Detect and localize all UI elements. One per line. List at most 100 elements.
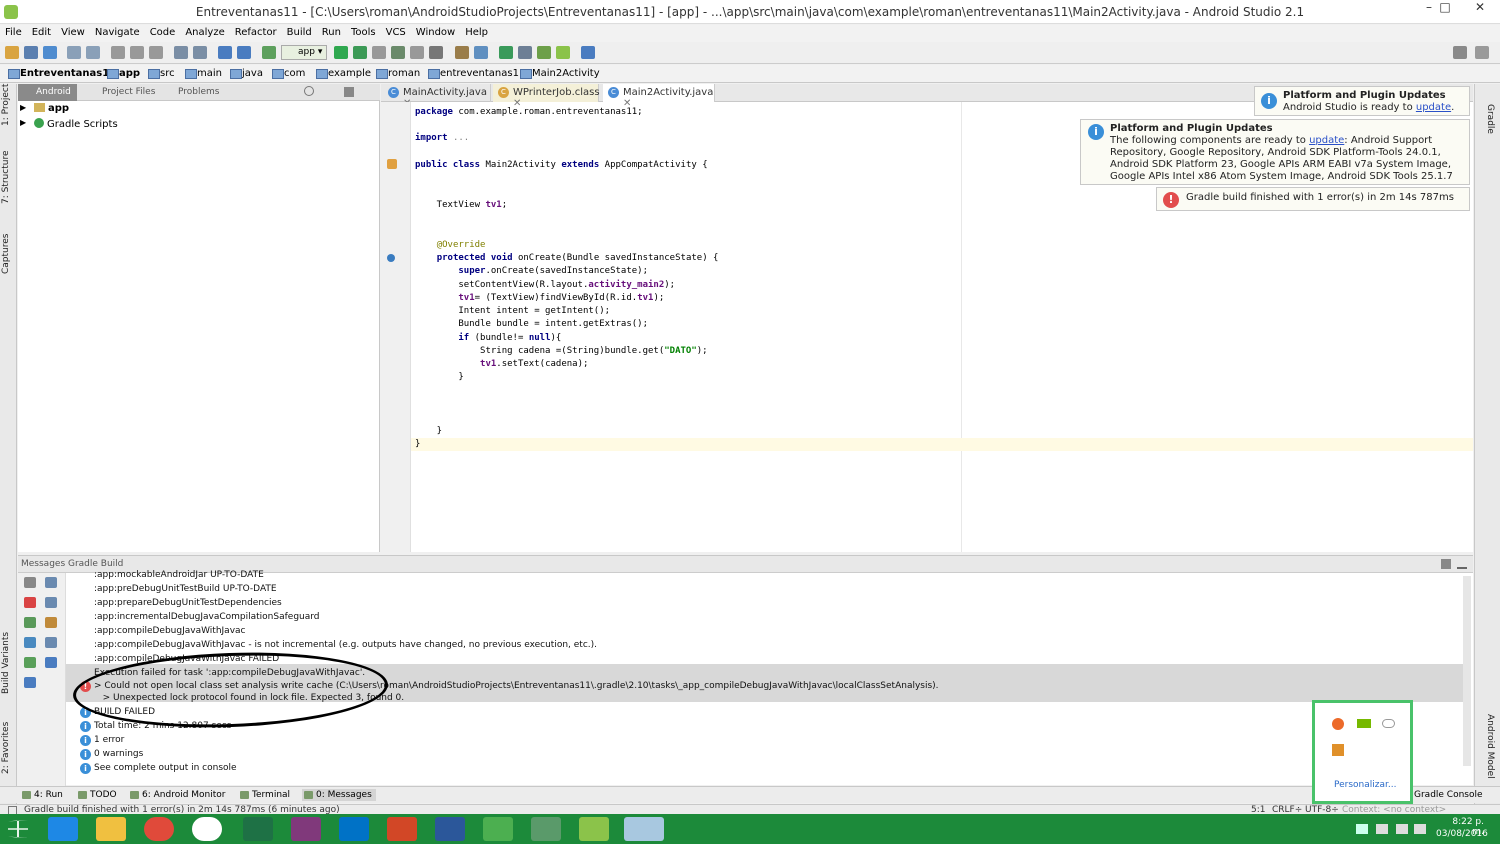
override-marker-icon[interactable] — [387, 254, 395, 262]
cut-icon[interactable] — [111, 46, 125, 59]
internet-explorer-icon[interactable] — [48, 817, 78, 841]
tab-messages[interactable]: 0: Messages — [302, 789, 376, 801]
java-icon[interactable] — [1332, 744, 1344, 756]
info-line[interactable]: 0 warnings — [94, 749, 143, 759]
code-line[interactable]: Intent intent = getIntent(); — [415, 306, 610, 316]
flag-icon[interactable] — [1376, 824, 1388, 834]
android-studio-taskbar-icon[interactable] — [531, 817, 561, 841]
expand-arrow-icon[interactable]: ▶ — [20, 103, 26, 112]
pin-icon[interactable] — [24, 657, 36, 668]
code-line[interactable]: setContentView(R.layout.activity_main2); — [415, 280, 675, 290]
menu-build[interactable]: Build — [282, 25, 317, 38]
tab-wprinterjob[interactable]: C WPrinterJob.class ✕ — [493, 84, 600, 109]
menu-navigate[interactable]: Navigate — [90, 25, 145, 38]
android-emulator-icon[interactable] — [579, 817, 609, 841]
hide-panel-icon[interactable] — [1457, 559, 1467, 569]
update-tray-icon[interactable] — [1332, 718, 1344, 730]
settings-gear-icon[interactable] — [1441, 559, 1451, 569]
tab-android-monitor[interactable]: 6: Android Monitor — [128, 789, 230, 801]
debug-icon[interactable] — [353, 46, 367, 59]
message-line[interactable]: :app:compileDebugJavaWithJavac — [94, 626, 245, 636]
outlook-icon[interactable] — [339, 817, 369, 841]
network-icon[interactable] — [1396, 824, 1408, 834]
menu-window[interactable]: Window — [411, 25, 460, 38]
paint-icon[interactable] — [624, 817, 664, 841]
close-button[interactable]: ✕ — [1460, 0, 1500, 20]
open-folder-icon[interactable] — [5, 46, 19, 59]
volume-icon[interactable] — [1414, 824, 1426, 834]
tab-android[interactable]: Android — [18, 84, 77, 101]
apply-changes-icon[interactable] — [391, 46, 405, 59]
tree-item-gradle-scripts[interactable]: ▶ Gradle Scripts — [18, 118, 380, 133]
save-icon[interactable] — [24, 46, 38, 59]
breadcrumb-roman[interactable]: roman — [376, 68, 420, 79]
code-line[interactable]: String cadena =(String)bundle.get("DATO"… — [415, 346, 708, 356]
message-line[interactable]: :app:mockableAndroidJar UP-TO-DATE — [94, 570, 264, 580]
powerpoint-icon[interactable] — [387, 817, 417, 841]
menu-file[interactable]: File — [0, 25, 27, 38]
excel-icon[interactable] — [243, 817, 273, 841]
captures-tool-tab[interactable]: Captures — [1, 234, 11, 274]
code-line[interactable]: protected void onCreate(Bundle savedInst… — [415, 253, 719, 263]
menu-code[interactable]: Code — [145, 25, 181, 38]
redo-icon[interactable] — [86, 46, 100, 59]
code-line[interactable]: TextView tv1; — [415, 200, 507, 210]
message-line[interactable]: :app:preDebugUnitTestBuild UP-TO-DATE — [94, 584, 277, 594]
tab-run[interactable]: 4: Run — [20, 789, 67, 801]
rerun-icon[interactable] — [410, 46, 424, 59]
make-project-icon[interactable] — [262, 46, 276, 59]
find-icon[interactable] — [174, 46, 188, 59]
previous-icon[interactable] — [24, 617, 36, 628]
menu-run[interactable]: Run — [317, 25, 346, 38]
code-line[interactable]: public class Main2Activity extends AppCo… — [415, 160, 708, 170]
project-structure-icon[interactable] — [455, 46, 469, 59]
editor-gutter[interactable] — [381, 102, 411, 552]
layout-icon[interactable] — [1475, 46, 1489, 59]
help-icon[interactable] — [24, 677, 36, 688]
tray-arrow-icon[interactable] — [1356, 824, 1368, 834]
run-icon[interactable] — [334, 46, 348, 59]
tab-todo[interactable]: TODO — [76, 789, 121, 801]
code-line[interactable]: import ... — [415, 133, 469, 143]
android-model-tool-tab[interactable]: Android Model — [1485, 714, 1495, 779]
breadcrumb-main[interactable]: main — [185, 68, 222, 79]
project-tool-tab[interactable]: 1: Project — [1, 84, 11, 126]
menu-tools[interactable]: Tools — [346, 25, 381, 38]
stop-icon[interactable] — [24, 577, 36, 588]
breadcrumb-package[interactable]: entreventanas11 — [428, 68, 525, 79]
collapse-all-icon[interactable] — [45, 597, 57, 608]
google-icon[interactable] — [192, 817, 222, 841]
tree-item-app[interactable]: ▶ app — [18, 103, 380, 118]
expand-all-icon[interactable] — [45, 577, 57, 588]
menu-edit[interactable]: Edit — [27, 25, 56, 38]
code-line[interactable]: super.onCreate(savedInstanceState); — [415, 266, 648, 276]
code-line[interactable]: tv1.setText(cadena); — [415, 359, 588, 369]
update-link[interactable]: update — [1309, 135, 1344, 146]
messages-scrollbar[interactable] — [1463, 576, 1471, 766]
settings-gear-icon[interactable] — [344, 87, 354, 97]
code-line[interactable]: } — [415, 372, 463, 382]
maximize-button[interactable]: □ — [1430, 0, 1460, 20]
breadcrumb-java[interactable]: java — [230, 68, 263, 79]
sync-scroll-icon[interactable] — [304, 86, 314, 96]
tab-mainactivity[interactable]: CMainActivity.java ✕ — [383, 84, 491, 109]
favorites-tool-tab[interactable]: 2: Favorites — [1, 722, 11, 774]
onedrive-icon[interactable] — [1382, 719, 1395, 728]
code-line[interactable]: @Override — [415, 240, 486, 250]
gradle-sync-icon[interactable] — [499, 46, 513, 59]
avd-manager-icon[interactable] — [518, 46, 532, 59]
build-variants-tool-tab[interactable]: Build Variants — [1, 632, 11, 694]
code-line[interactable]: tv1= (TextView)findViewById(R.id.tv1); — [415, 293, 664, 303]
info-line[interactable]: See complete output in console — [94, 763, 237, 773]
code-line[interactable]: if (bundle!= null){ — [415, 333, 561, 343]
file-explorer-icon[interactable] — [96, 817, 126, 841]
tab-problems[interactable]: Problems — [160, 84, 225, 101]
notification-build-error[interactable]: ! Gradle build finished with 1 error(s) … — [1156, 187, 1470, 211]
sdk-manager-icon[interactable] — [537, 46, 551, 59]
back-icon[interactable] — [218, 46, 232, 59]
stop-icon[interactable] — [429, 46, 443, 59]
class-marker-icon[interactable] — [387, 159, 397, 169]
clock-date[interactable]: 03/08/2016 — [1436, 829, 1488, 839]
code-line[interactable]: } — [415, 426, 442, 436]
paste-icon[interactable] — [149, 46, 163, 59]
